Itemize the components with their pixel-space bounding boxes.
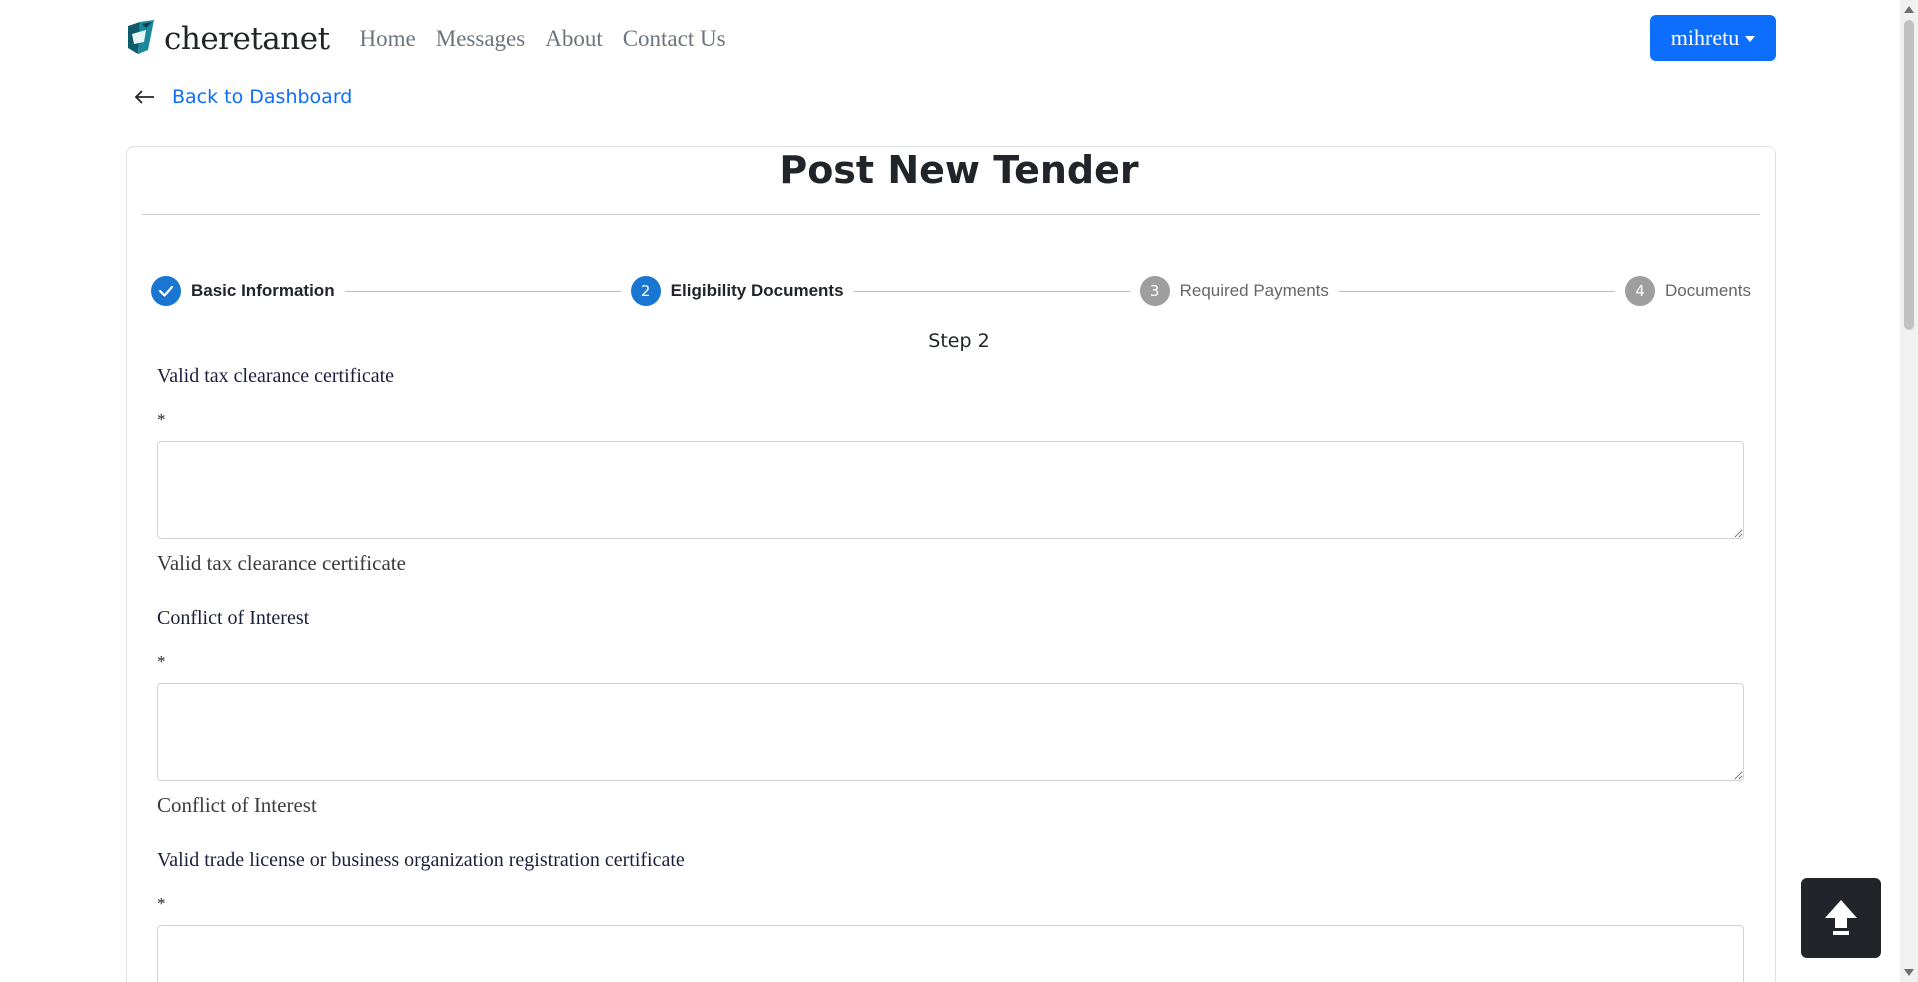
- title-divider: [142, 214, 1760, 215]
- step-3-label: Required Payments: [1179, 281, 1329, 300]
- step-4-circle: 4: [1625, 276, 1655, 306]
- nav-link-home[interactable]: Home: [360, 26, 416, 52]
- step-caption: Step 2: [928, 330, 990, 352]
- step-connector: [853, 290, 1130, 292]
- scroll-to-top-button[interactable]: [1801, 878, 1881, 958]
- brand[interactable]: cheretanet: [126, 20, 330, 58]
- step-connector: [1338, 290, 1615, 292]
- step-connector: [344, 290, 621, 292]
- step-eligibility-documents[interactable]: 2 Eligibility Documents: [630, 276, 844, 306]
- step-documents[interactable]: 4 Documents: [1625, 276, 1751, 306]
- conflict-of-interest-helper: Conflict of Interest: [157, 793, 317, 817]
- caret-down-icon: [1745, 36, 1756, 42]
- nav-link-messages[interactable]: Messages: [436, 26, 525, 52]
- conflict-of-interest-textarea[interactable]: [157, 683, 1744, 781]
- step-basic-information[interactable]: Basic Information: [151, 276, 335, 306]
- navbar: cheretanet Home Messages About Contact U…: [126, 14, 1776, 64]
- arrow-up-icon: [1825, 900, 1857, 935]
- page-scrollbar[interactable]: [1900, 0, 1918, 982]
- tax-clearance-textarea[interactable]: [157, 441, 1744, 539]
- brand-name: cheretanet: [164, 21, 330, 57]
- back-to-dashboard-link[interactable]: Back to Dashboard: [134, 86, 352, 108]
- page: cheretanet Home Messages About Contact U…: [0, 0, 1918, 982]
- scroll-up-arrow-icon[interactable]: [1904, 6, 1914, 13]
- step-required-payments[interactable]: 3 Required Payments: [1139, 276, 1329, 306]
- user-menu-button[interactable]: mihretu: [1650, 15, 1776, 61]
- user-menu-label: mihretu: [1670, 25, 1740, 50]
- page-title: Post New Tender: [779, 148, 1139, 192]
- nav-links: Home Messages About Contact Us: [360, 26, 726, 52]
- step-4-label: Documents: [1665, 281, 1751, 300]
- trade-license-label: Valid trade license or business organiza…: [157, 849, 685, 871]
- step-1-circle: [151, 276, 181, 306]
- required-marker: *: [157, 652, 166, 671]
- trade-license-textarea[interactable]: [157, 925, 1744, 982]
- step-3-circle: 3: [1139, 276, 1170, 306]
- brand-logo-icon: [128, 20, 154, 54]
- arrow-left-icon: [134, 90, 154, 104]
- conflict-of-interest-label: Conflict of Interest: [157, 607, 310, 629]
- back-link-label: Back to Dashboard: [172, 86, 353, 108]
- step-2-circle: 2: [630, 276, 661, 306]
- stepper: Basic Information 2 Eligibility Document…: [151, 275, 1751, 307]
- required-marker: *: [157, 894, 166, 913]
- scroll-down-arrow-icon[interactable]: [1904, 969, 1914, 976]
- nav-link-contact[interactable]: Contact Us: [623, 26, 726, 52]
- step-1-label: Basic Information: [191, 281, 335, 300]
- required-marker: *: [157, 410, 166, 429]
- scrollbar-thumb[interactable]: [1904, 20, 1914, 330]
- step-2-label: Eligibility Documents: [670, 281, 844, 300]
- check-icon: [158, 285, 174, 297]
- tax-clearance-label: Valid tax clearance certificate: [157, 365, 395, 387]
- nav-link-about[interactable]: About: [545, 26, 603, 52]
- tax-clearance-helper: Valid tax clearance certificate: [157, 551, 406, 575]
